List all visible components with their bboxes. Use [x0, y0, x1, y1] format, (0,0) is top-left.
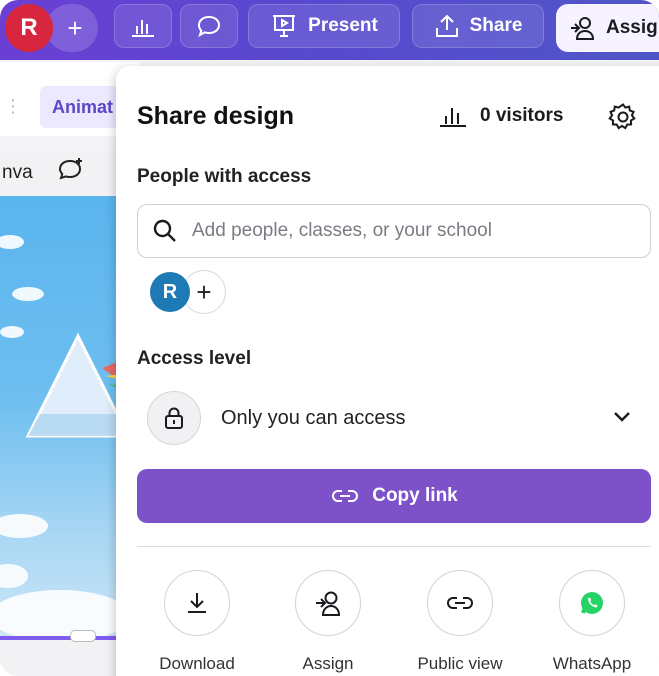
present-button[interactable]: Present: [248, 4, 400, 48]
link-icon: [447, 597, 473, 609]
search-icon: [153, 219, 176, 242]
chevron-down-icon: [611, 408, 633, 429]
assign-icon: [316, 591, 341, 616]
whatsapp-option-circle[interactable]: [559, 570, 625, 636]
present-icon: [273, 15, 296, 37]
access-level-dropdown[interactable]: Only you can access: [137, 388, 651, 448]
people-with-access-heading: People with access: [137, 166, 312, 187]
download-icon: [188, 593, 206, 613]
visitors-count: 0 visitors: [480, 105, 564, 126]
add-collaborator-button[interactable]: +: [46, 4, 98, 52]
insights-button[interactable]: [114, 4, 172, 48]
add-people-input[interactable]: [190, 219, 634, 243]
top-toolbar: + R Present Share Assig: [0, 0, 659, 60]
settings-button[interactable]: [608, 102, 638, 137]
assign-top-button[interactable]: Assig: [556, 4, 659, 52]
share-button[interactable]: Share: [412, 4, 544, 48]
copy-link-label: Copy link: [372, 485, 458, 506]
public-view-label: Public view: [417, 654, 503, 673]
app-window: + R Present Share Assig ⋮ Animat nva Sha…: [0, 0, 659, 676]
gear-icon: [608, 103, 636, 130]
add-comment-icon[interactable]: [56, 156, 86, 186]
present-label: Present: [308, 15, 378, 36]
whatsapp-option[interactable]: WhatsApp: [537, 570, 647, 674]
lock-icon-container: [147, 391, 201, 445]
comment-button[interactable]: [180, 4, 238, 48]
animate-label: Animat: [52, 96, 114, 117]
person-avatar[interactable]: R: [150, 272, 190, 312]
assign-label: Assign: [302, 654, 354, 673]
assign-top-label: Assig: [606, 17, 658, 38]
bar-chart-icon: [440, 108, 466, 127]
upload-icon: [435, 14, 458, 37]
public-view-option-circle[interactable]: [427, 570, 493, 636]
access-level-heading: Access level: [137, 348, 252, 369]
assign-icon: [571, 17, 595, 40]
comment-icon: [197, 15, 221, 38]
copy-link-button[interactable]: Copy link: [137, 469, 651, 523]
lock-icon: [165, 407, 183, 429]
add-label: +: [67, 12, 83, 43]
canvas-resize-handle[interactable]: [70, 630, 96, 642]
visitors-button[interactable]: 0 visitors: [438, 104, 563, 128]
share-label: Share: [469, 15, 523, 36]
public-view-option[interactable]: Public view: [405, 570, 515, 674]
drag-handle-icon[interactable]: ⋮: [4, 96, 22, 117]
download-option[interactable]: Download: [142, 570, 252, 674]
whatsapp-icon: [581, 592, 603, 614]
canva-label: nva: [2, 162, 33, 183]
download-label: Download: [159, 654, 235, 673]
add-person-label: +: [196, 276, 212, 307]
share-panel-title: Share design: [137, 102, 294, 130]
access-level-value: Only you can access: [221, 406, 406, 429]
assign-option[interactable]: Assign: [273, 570, 383, 674]
whatsapp-label: WhatsApp: [552, 654, 632, 673]
link-icon: [332, 490, 359, 502]
add-people-search[interactable]: [137, 204, 651, 258]
user-avatar[interactable]: R: [5, 4, 53, 52]
assign-option-circle[interactable]: [295, 570, 361, 636]
download-option-circle[interactable]: [164, 570, 230, 636]
bar-chart-icon: [132, 20, 154, 37]
panel-divider: [137, 546, 651, 547]
